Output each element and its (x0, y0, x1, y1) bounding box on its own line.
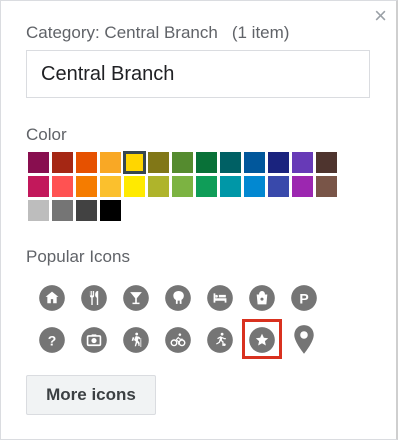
color-swatch[interactable] (27, 175, 50, 198)
color-swatch[interactable] (291, 175, 314, 198)
dialog-header: Category: Central Branch (1 item) (26, 23, 289, 43)
cycling-icon[interactable] (157, 319, 199, 361)
color-swatch[interactable] (219, 151, 242, 174)
color-swatch[interactable] (27, 151, 50, 174)
color-swatch[interactable] (75, 151, 98, 174)
category-title: Category: Central Branch (26, 23, 218, 42)
bar-icon[interactable] (115, 277, 157, 319)
color-palette (27, 151, 339, 223)
star-icon[interactable] (241, 319, 283, 361)
color-swatch[interactable] (27, 199, 50, 222)
color-swatch[interactable] (99, 175, 122, 198)
svg-text:P: P (299, 290, 308, 306)
color-swatch[interactable] (291, 151, 314, 174)
restaurant-icon[interactable] (73, 277, 115, 319)
color-swatch[interactable] (267, 175, 290, 198)
color-label: Color (26, 125, 67, 144)
color-swatch[interactable] (75, 199, 98, 222)
category-name-input[interactable] (26, 50, 370, 98)
color-swatch[interactable] (51, 151, 74, 174)
animal-icon[interactable] (157, 277, 199, 319)
color-swatch[interactable] (315, 175, 338, 198)
color-swatch[interactable] (171, 151, 194, 174)
item-count: (1 item) (231, 23, 290, 42)
color-swatch[interactable] (51, 199, 74, 222)
lodging-icon[interactable] (199, 277, 241, 319)
soccer-icon[interactable] (199, 319, 241, 361)
home-icon[interactable] (31, 277, 73, 319)
color-swatch[interactable] (195, 175, 218, 198)
hiking-icon[interactable] (115, 319, 157, 361)
close-icon[interactable]: × (374, 5, 387, 27)
color-swatch[interactable] (315, 151, 338, 174)
color-swatch[interactable] (267, 151, 290, 174)
popular-icons-label: Popular Icons (26, 247, 130, 266)
color-swatch[interactable] (123, 175, 146, 198)
category-style-dialog: × Category: Central Branch (1 item) Color… (0, 0, 398, 440)
color-swatch[interactable] (99, 199, 122, 222)
color-swatch[interactable] (123, 151, 146, 174)
help-icon[interactable]: ? (31, 319, 73, 361)
color-swatch[interactable] (147, 151, 170, 174)
more-icons-button[interactable]: More icons (26, 375, 156, 415)
svg-text:?: ? (48, 332, 57, 348)
color-swatch[interactable] (99, 151, 122, 174)
parking-icon[interactable]: P (283, 277, 325, 319)
color-swatch[interactable] (243, 151, 266, 174)
color-swatch[interactable] (51, 175, 74, 198)
icon-grid: P? (31, 277, 331, 361)
color-swatch[interactable] (195, 151, 218, 174)
color-swatch[interactable] (75, 175, 98, 198)
color-swatch[interactable] (243, 175, 266, 198)
color-swatch[interactable] (171, 175, 194, 198)
color-swatch[interactable] (147, 175, 170, 198)
shopping-icon[interactable] (241, 277, 283, 319)
color-swatch[interactable] (219, 175, 242, 198)
camera-icon[interactable] (73, 319, 115, 361)
map-pin-icon[interactable] (283, 319, 325, 361)
